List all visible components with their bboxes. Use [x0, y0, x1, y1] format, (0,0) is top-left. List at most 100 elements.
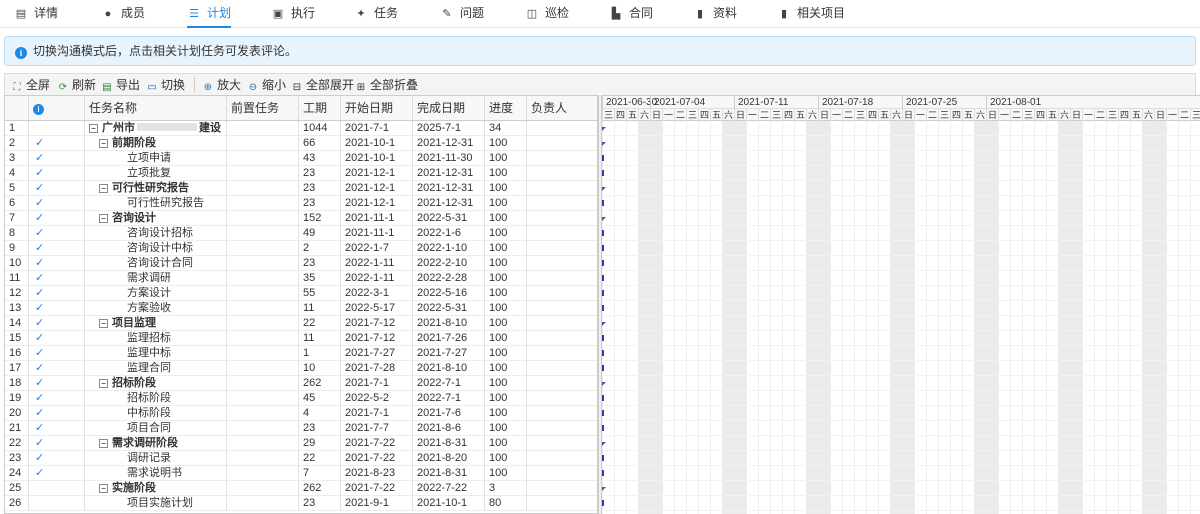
table-row[interactable]: 17 ✓ 监理合同 10 2021-7-28 2021-8-10 100	[5, 361, 597, 376]
table-row[interactable]: 5 ✓ − 可行性研究报告 23 2021-12-1 2021-12-31 100	[5, 181, 597, 196]
gantt-task-bar[interactable]	[602, 245, 604, 251]
col-header-owner[interactable]: 负责人	[527, 96, 597, 120]
refresh-button[interactable]: ⟳ 刷新	[57, 76, 96, 94]
collapse-toggle-icon[interactable]: −	[99, 379, 108, 388]
gantt-task-bar[interactable]	[602, 275, 604, 281]
cell-owner	[527, 241, 597, 256]
gantt-task-bar[interactable]	[602, 410, 604, 416]
collapse-toggle-icon[interactable]: −	[99, 319, 108, 328]
gantt-task-bar[interactable]	[602, 305, 604, 311]
collapse-toggle-icon[interactable]: −	[99, 484, 108, 493]
table-row[interactable]: 14 ✓ − 项目监理 22 2021-7-12 2021-8-10 100	[5, 316, 597, 331]
tab-4[interactable]: ✦ 任务	[354, 0, 398, 28]
gantt-task-bar[interactable]	[602, 170, 604, 176]
table-row[interactable]: 26 项目实施计划 23 2021-9-1 2021-10-1 80	[5, 496, 597, 511]
table-row[interactable]: 2 ✓ − 前期阶段 66 2021-10-1 2021-12-31 100	[5, 136, 597, 151]
gantt-task-bar[interactable]	[602, 395, 604, 401]
collapse-toggle-icon[interactable]: −	[99, 214, 108, 223]
refresh-icon: ⟳	[58, 82, 68, 93]
col-header-progress[interactable]: 进度	[485, 96, 527, 120]
gantt-task-bar[interactable]	[602, 455, 604, 461]
zoom-out-button[interactable]: ⊖ 缩小	[247, 76, 286, 94]
gantt-task-bar[interactable]	[602, 260, 604, 266]
task-name: 项目合同	[127, 422, 171, 434]
table-row[interactable]: 10 ✓ 咨询设计合同 23 2022-1-11 2022-2-10 100	[5, 256, 597, 271]
tab-9[interactable]: ▮ 相关项目	[777, 0, 845, 28]
cell-start: 2022-3-1	[341, 286, 413, 301]
table-row[interactable]: 8 ✓ 咨询设计招标 49 2021-11-1 2022-1-6 100	[5, 226, 597, 241]
zoom-in-button[interactable]: ⊕ 放大	[202, 76, 241, 94]
task-name: 招标阶段	[127, 392, 171, 404]
tab-5[interactable]: ✎ 问题	[440, 0, 484, 28]
tab-3[interactable]: ▣ 执行	[271, 0, 315, 28]
cell-check: ✓	[29, 316, 85, 331]
gantt-task-bar[interactable]	[602, 335, 604, 341]
collapse-toggle-icon[interactable]: −	[99, 184, 108, 193]
cell-duration: 23	[299, 196, 341, 211]
cell-check: ✓	[29, 331, 85, 346]
tab-2[interactable]: ☰ 计划	[187, 0, 232, 28]
tab-0[interactable]: ▤ 详情	[14, 0, 58, 28]
expand-icon: ⊟	[292, 82, 302, 93]
cell-check: ✓	[29, 151, 85, 166]
table-row[interactable]: 20 ✓ 中标阶段 4 2021-7-1 2021-7-6 100	[5, 406, 597, 421]
gantt-day-label: 四	[614, 109, 625, 121]
cell-duration: 10	[299, 361, 341, 376]
gantt-task-bar[interactable]	[602, 350, 604, 356]
tab-1[interactable]: ● 成员	[101, 0, 145, 28]
table-row[interactable]: 6 ✓ 可行性研究报告 23 2021-12-1 2021-12-31 100	[5, 196, 597, 211]
expand-all-button[interactable]: ⊟ 全部展开	[291, 76, 354, 94]
table-row[interactable]: 7 ✓ − 咨询设计 152 2021-11-1 2022-5-31 100	[5, 211, 597, 226]
table-row[interactable]: 9 ✓ 咨询设计中标 2 2022-1-7 2022-1-10 100	[5, 241, 597, 256]
task-name: 项目监理	[112, 317, 156, 329]
col-header-end[interactable]: 完成日期	[413, 96, 485, 120]
collapse-all-button[interactable]: ⊞ 全部折叠	[355, 76, 418, 94]
col-header-start[interactable]: 开始日期	[341, 96, 413, 120]
table-row[interactable]: 22 ✓ − 需求调研阶段 29 2021-7-22 2021-8-31 100	[5, 436, 597, 451]
gantt-task-bar[interactable]	[602, 365, 604, 371]
tab-6[interactable]: ◫ 巡检	[525, 0, 569, 28]
table-row[interactable]: 24 ✓ 需求说明书 7 2021-8-23 2021-8-31 100	[5, 466, 597, 481]
table-row[interactable]: 19 ✓ 招标阶段 45 2022-5-2 2022-7-1 100	[5, 391, 597, 406]
gantt-task-bar[interactable]	[602, 500, 604, 506]
toggle-button[interactable]: ▭ 切换	[146, 76, 185, 94]
gantt-row-line	[602, 375, 1200, 376]
table-row[interactable]: 1 − 广州市 建设 1044 2021-7-1 2025-7-1 34	[5, 121, 597, 136]
task-name: 监理招标	[127, 332, 171, 344]
col-header-duration[interactable]: 工期	[299, 96, 341, 120]
gantt-day-label: 四	[950, 109, 961, 121]
gantt-task-bar[interactable]	[602, 200, 604, 206]
table-row[interactable]: 16 ✓ 监理中标 1 2021-7-27 2021-7-27 100	[5, 346, 597, 361]
table-row[interactable]: 18 ✓ − 招标阶段 262 2021-7-1 2022-7-1 100	[5, 376, 597, 391]
table-row[interactable]: 21 ✓ 项目合同 23 2021-7-7 2021-8-6 100	[5, 421, 597, 436]
table-row[interactable]: 23 ✓ 调研记录 22 2021-7-22 2021-8-20 100	[5, 451, 597, 466]
col-header-name[interactable]: 任务名称	[85, 96, 227, 120]
gantt-task-bar[interactable]	[602, 470, 604, 476]
table-row[interactable]: 3 ✓ 立项申请 43 2021-10-1 2021-11-30 100	[5, 151, 597, 166]
table-row[interactable]: 4 ✓ 立项批复 23 2021-12-1 2021-12-31 100	[5, 166, 597, 181]
cell-start: 2021-7-12	[341, 331, 413, 346]
table-row[interactable]: 13 ✓ 方案验收 11 2022-5-17 2022-5-31 100	[5, 301, 597, 316]
collapse-toggle-icon[interactable]: −	[99, 139, 108, 148]
tab-8[interactable]: ▮ 资料	[693, 0, 737, 28]
gantt-task-bar[interactable]	[602, 425, 604, 431]
task-grid: i 任务名称 前置任务 工期 开始日期 完成日期 进度 负责人 1− 广州市 建设 1…	[4, 95, 598, 514]
collapse-toggle-icon[interactable]: −	[99, 439, 108, 448]
gantt-task-bar[interactable]	[602, 230, 604, 236]
cell-no: 18	[5, 376, 29, 391]
fullscreen-button[interactable]: ⛶ 全屏	[11, 76, 51, 94]
gantt-task-bar[interactable]	[602, 290, 604, 296]
gantt-day-label: 二	[674, 109, 685, 121]
gantt-task-bar[interactable]	[602, 155, 604, 161]
table-row[interactable]: 12 ✓ 方案设计 55 2022-3-1 2022-5-16 100	[5, 286, 597, 301]
cell-owner	[527, 316, 597, 331]
table-row[interactable]: 11 ✓ 需求调研 35 2022-1-11 2022-2-28 100	[5, 271, 597, 286]
col-header-predecessor[interactable]: 前置任务	[227, 96, 299, 120]
tab-7[interactable]: ▙ 合同	[609, 0, 653, 28]
cell-owner	[527, 331, 597, 346]
table-row[interactable]: 25 − 实施阶段 262 2021-7-22 2022-7-22 3	[5, 481, 597, 496]
collapse-toggle-icon[interactable]: −	[89, 124, 98, 133]
table-row[interactable]: 15 ✓ 监理招标 11 2021-7-12 2021-7-26 100	[5, 331, 597, 346]
export-button[interactable]: ▤ 导出	[101, 76, 140, 94]
cell-end: 2021-12-31	[413, 136, 485, 151]
